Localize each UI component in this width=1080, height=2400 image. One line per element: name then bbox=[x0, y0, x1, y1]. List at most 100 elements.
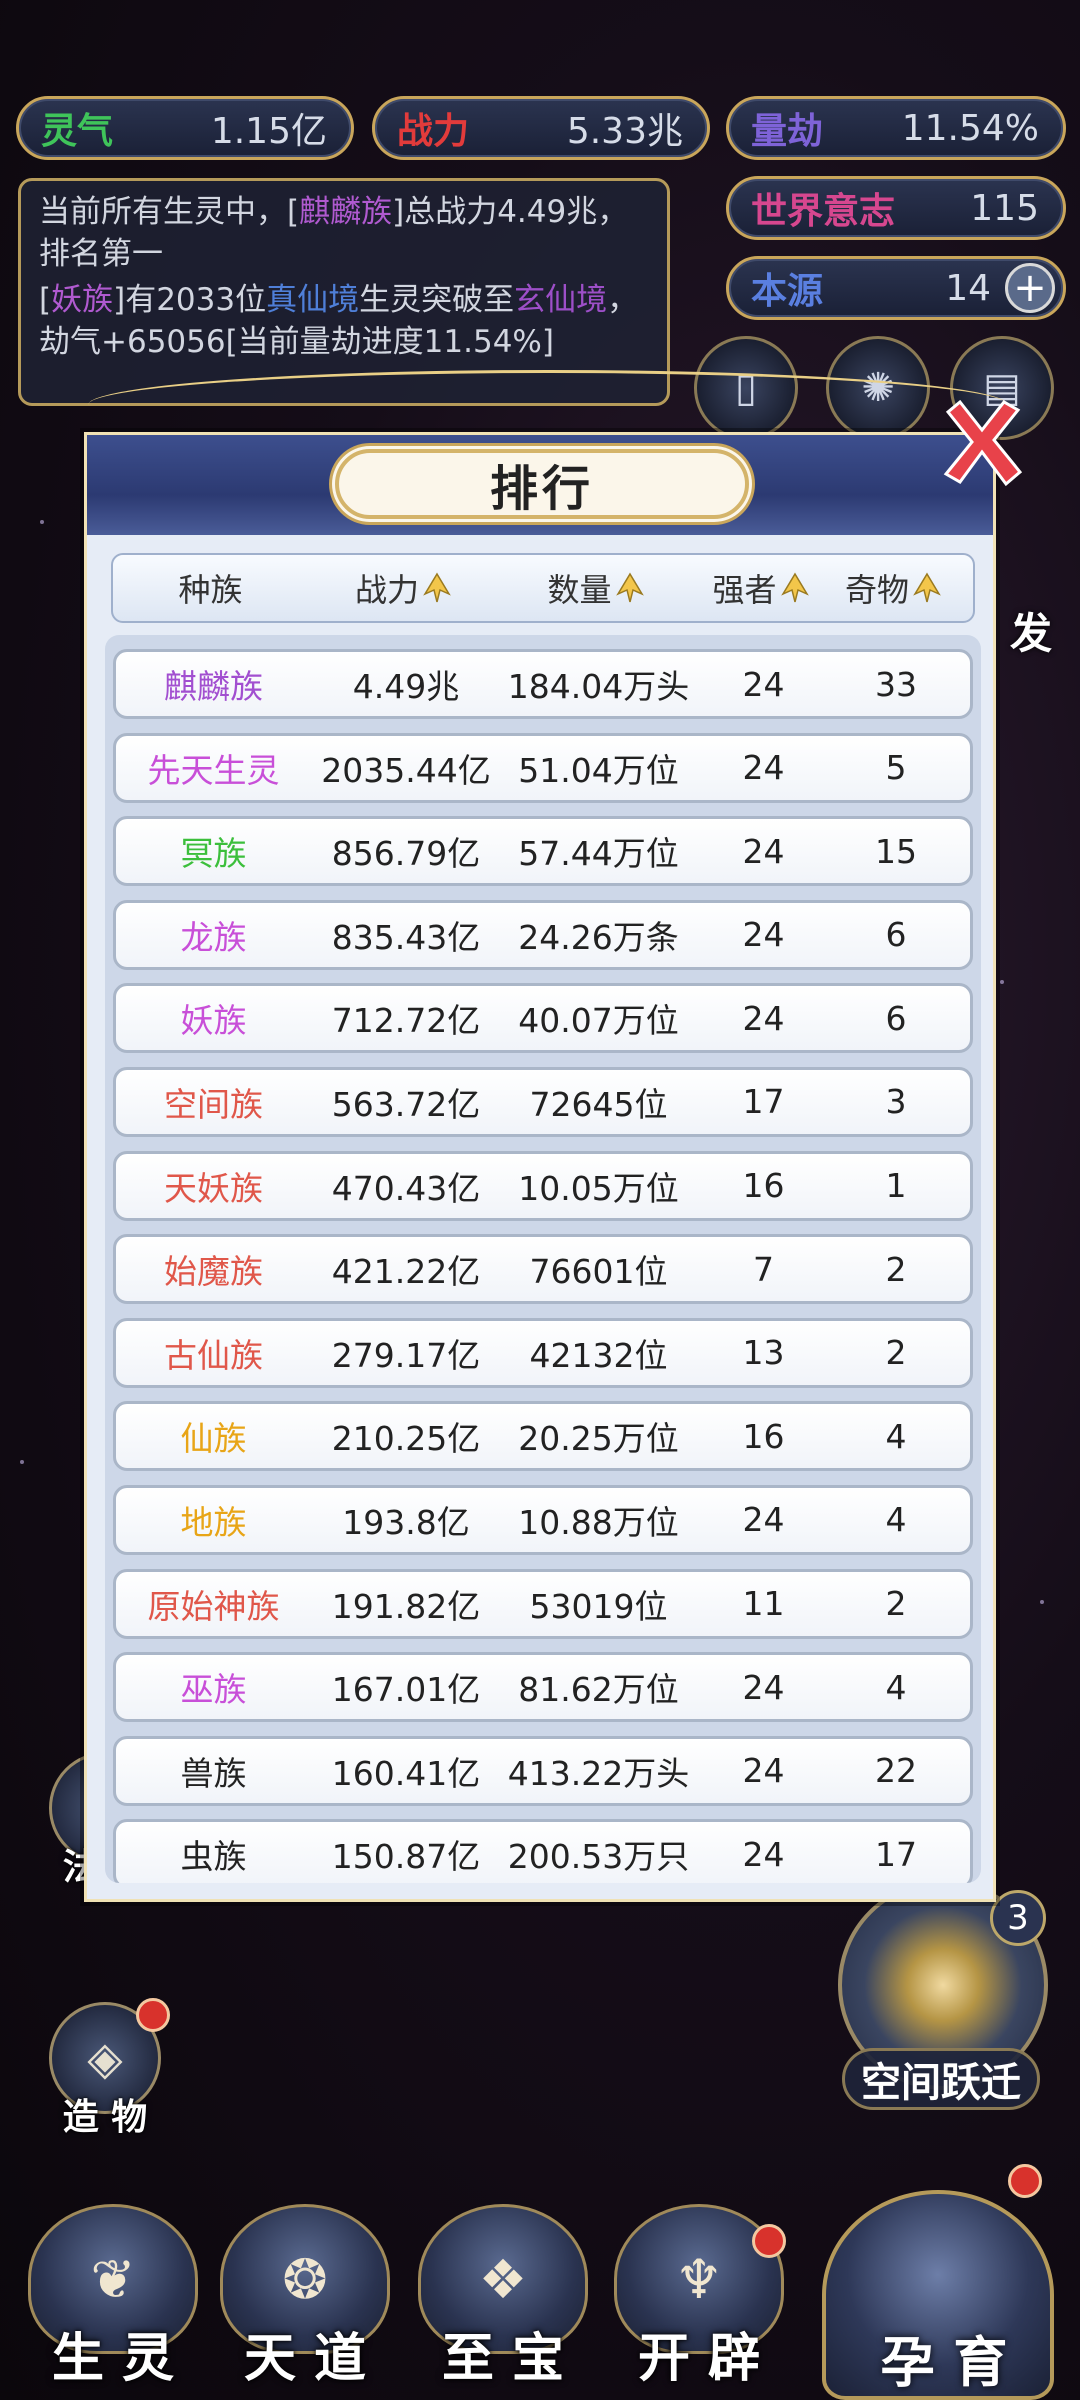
table-row[interactable]: 兽族 160.41亿 413.22万头 24 22 bbox=[113, 1735, 973, 1806]
zao-wu-label: 造 物 bbox=[62, 2096, 148, 2138]
sort-arrow-icon[interactable] bbox=[913, 572, 941, 604]
notification-dot bbox=[136, 1998, 170, 2032]
count-cell: 53019位 bbox=[529, 1586, 668, 1626]
count-cell: 10.05万位 bbox=[518, 1168, 679, 1208]
table-row[interactable]: 古仙族 279.17亿 42132位 13 2 bbox=[113, 1317, 973, 1388]
treasure-cell: 2 bbox=[885, 1333, 907, 1373]
nav-kai-pi-label: 开 辟 bbox=[637, 2328, 761, 2389]
column-header-race: 种族 bbox=[178, 571, 243, 609]
race-cell: 空间族 bbox=[164, 1084, 263, 1124]
notification-dot bbox=[752, 2224, 786, 2258]
burst-label[interactable]: 发 bbox=[1010, 600, 1052, 661]
count-cell: 51.04万位 bbox=[518, 750, 679, 790]
power-cell: 191.82亿 bbox=[331, 1586, 481, 1626]
close-button[interactable] bbox=[930, 392, 1030, 492]
table-row[interactable]: 巫族 167.01亿 81.62万位 24 4 bbox=[113, 1652, 973, 1723]
zhanli-value: 5.33兆 bbox=[566, 111, 683, 152]
sort-arrow-icon[interactable] bbox=[780, 572, 809, 604]
table-row[interactable]: 龙族 835.43亿 24.26万条 24 6 bbox=[113, 899, 973, 970]
strong-cell: 16 bbox=[742, 1166, 785, 1206]
power-cell: 470.43亿 bbox=[331, 1168, 481, 1208]
benyuan-stat[interactable]: 本源 14 + bbox=[726, 256, 1066, 320]
treasure-cell: 15 bbox=[875, 831, 917, 871]
count-cell: 184.04万头 bbox=[507, 667, 690, 706]
treasure-cell: 33 bbox=[875, 664, 917, 704]
table-row[interactable]: 冥族 856.79亿 57.44万位 24 15 bbox=[113, 816, 973, 887]
count-cell: 42132位 bbox=[529, 1335, 668, 1375]
strong-cell: 24 bbox=[742, 664, 785, 704]
lingqi-label: 灵气 bbox=[41, 110, 114, 152]
sort-arrow-icon[interactable] bbox=[615, 572, 644, 604]
treasure-cell: 2 bbox=[885, 1584, 907, 1624]
zhanli-stat[interactable]: 战力 5.33兆 bbox=[372, 96, 710, 160]
table-row[interactable]: 先天生灵 2035.44亿 51.04万位 24 5 bbox=[113, 732, 973, 803]
liangjie-stat[interactable]: 量劫 11.54% bbox=[726, 96, 1066, 160]
power-cell: 279.17亿 bbox=[331, 1335, 481, 1375]
column-header-power[interactable]: 战力 bbox=[308, 565, 498, 611]
race-cell: 先天生灵 bbox=[147, 750, 280, 790]
column-header-strong[interactable]: 强者 bbox=[693, 565, 828, 611]
table-row[interactable]: 空间族 563.72亿 72645位 17 3 bbox=[113, 1066, 973, 1137]
modal-header: 排行 bbox=[87, 435, 993, 535]
lingqi-stat[interactable]: 灵气 1.15亿 bbox=[16, 96, 354, 160]
treasure-cell: 3 bbox=[885, 1082, 907, 1122]
nav-zhi-bao-label: 至 宝 bbox=[441, 2328, 565, 2389]
race-cell: 妖族 bbox=[180, 1001, 247, 1041]
nav-zhi-bao[interactable]: ❖ 至 宝 bbox=[408, 2204, 598, 2400]
race-cell: 地族 bbox=[180, 1502, 247, 1542]
nav-yun-yu-label[interactable]: 孕 育 bbox=[864, 2318, 1024, 2397]
table-row[interactable]: 地族 193.8亿 10.88万位 24 4 bbox=[113, 1484, 973, 1555]
count-cell: 200.53万只 bbox=[507, 1837, 690, 1877]
table-row[interactable]: 妖族 712.72亿 40.07万位 24 6 bbox=[113, 983, 973, 1054]
power-cell: 4.49兆 bbox=[352, 667, 460, 706]
count-cell: 57.44万位 bbox=[518, 834, 679, 874]
treasure-cell: 5 bbox=[885, 748, 907, 788]
race-cell: 龙族 bbox=[180, 917, 247, 957]
table-row[interactable]: 虫族 150.87亿 200.53万只 24 17 bbox=[113, 1819, 973, 1883]
strong-cell: 24 bbox=[742, 915, 785, 955]
ranking-modal: 排行 种族 战力 数量 强者 奇物 麒麟族 4.49兆 184.04万头 24 33 先天… bbox=[84, 432, 996, 1902]
zhanli-label: 战力 bbox=[397, 110, 470, 152]
count-cell: 76601位 bbox=[529, 1252, 668, 1292]
strong-cell: 24 bbox=[742, 1751, 785, 1791]
treasure-cell: 17 bbox=[875, 1834, 917, 1874]
column-header-count[interactable]: 数量 bbox=[498, 565, 693, 611]
nav-kai-pi[interactable]: ♆ 开 辟 bbox=[604, 2204, 794, 2400]
liangjie-label: 量劫 bbox=[751, 110, 824, 152]
strong-cell: 13 bbox=[742, 1333, 785, 1373]
world-will-label: 世界意志 bbox=[751, 190, 896, 232]
table-row[interactable]: 始魔族 421.22亿 76601位 7 2 bbox=[113, 1234, 973, 1305]
table-row[interactable]: 天妖族 470.43亿 10.05万位 16 1 bbox=[113, 1150, 973, 1221]
strong-cell: 17 bbox=[742, 1082, 785, 1122]
treasure-cell: 2 bbox=[885, 1249, 907, 1289]
race-cell: 仙族 bbox=[180, 1419, 247, 1459]
table-row[interactable]: 麒麟族 4.49兆 184.04万头 24 33 bbox=[113, 649, 973, 719]
nav-sheng-ling[interactable]: ❦ 生 灵 bbox=[18, 2204, 208, 2400]
nav-tian-dao[interactable]: ❂ 天 道 bbox=[210, 2204, 400, 2400]
sort-arrow-icon[interactable] bbox=[423, 572, 451, 604]
star bbox=[40, 520, 44, 524]
power-cell: 210.25亿 bbox=[331, 1419, 481, 1459]
treasure-cell: 1 bbox=[885, 1166, 907, 1206]
power-cell: 563.72亿 bbox=[331, 1084, 481, 1124]
race-cell: 原始神族 bbox=[147, 1586, 280, 1626]
ranking-list[interactable]: 麒麟族 4.49兆 184.04万头 24 33 先天生灵 2035.44亿 51.04万位 2… bbox=[105, 635, 981, 1883]
race-cell: 冥族 bbox=[180, 834, 247, 874]
benyuan-value: 14 bbox=[945, 267, 991, 309]
treasure-cell: 4 bbox=[885, 1416, 907, 1456]
power-cell: 421.22亿 bbox=[331, 1252, 481, 1292]
treasure-cell: 22 bbox=[875, 1751, 917, 1791]
power-cell: 150.87亿 bbox=[331, 1837, 481, 1877]
strong-cell: 24 bbox=[742, 1500, 785, 1540]
column-header-treasure[interactable]: 奇物 bbox=[828, 565, 958, 611]
table-row[interactable]: 原始神族 191.82亿 53019位 11 2 bbox=[113, 1568, 973, 1639]
space-jump-button[interactable]: 空间跃迁 bbox=[842, 2048, 1040, 2110]
benyuan-plus-button[interactable]: + bbox=[1005, 263, 1055, 313]
treasure-cell: 6 bbox=[885, 915, 907, 955]
power-cell: 856.79亿 bbox=[331, 834, 481, 874]
world-will-stat[interactable]: 世界意志 115 bbox=[726, 176, 1066, 240]
zao-wu-button[interactable]: ◈ 造 物 bbox=[40, 1990, 170, 2140]
table-row[interactable]: 仙族 210.25亿 20.25万位 16 4 bbox=[113, 1401, 973, 1472]
benyuan-label: 本源 bbox=[751, 270, 824, 312]
liangjie-value: 11.54% bbox=[901, 107, 1039, 149]
